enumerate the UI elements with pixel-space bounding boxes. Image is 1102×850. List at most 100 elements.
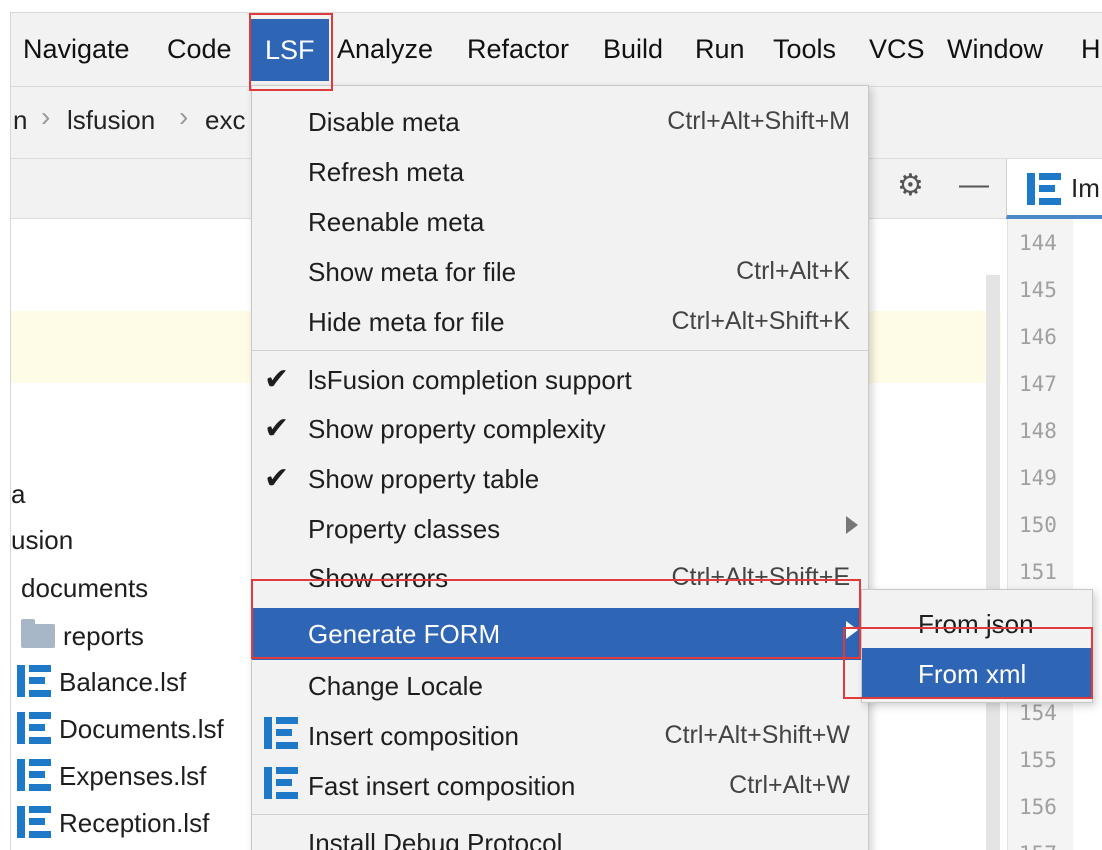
submenu-item-label: From xml (918, 659, 1027, 689)
menu-item-disable-meta[interactable]: Disable meta Ctrl+Alt+Shift+M (252, 96, 868, 146)
menu-item-shortcut: Ctrl+Alt+Shift+E (671, 563, 850, 591)
line-number: 148 (1019, 419, 1057, 443)
gear-icon[interactable]: ⚙ (897, 168, 924, 203)
menu-item-label: Property classes (308, 514, 501, 544)
tree-item-file[interactable]: Reception.lsf (17, 806, 209, 839)
line-number: 146 (1019, 325, 1057, 349)
line-number: 150 (1019, 513, 1057, 537)
line-number: 154 (1019, 701, 1057, 725)
lsf-menu-dropdown: Disable meta Ctrl+Alt+Shift+M Refresh me… (251, 85, 869, 850)
menu-item-refresh-meta[interactable]: Refresh meta (252, 146, 868, 196)
menu-item-label: Change Locale (308, 671, 483, 701)
folder-icon (21, 619, 55, 648)
line-number: 144 (1019, 231, 1057, 255)
checkmark-icon: ✔ (264, 412, 290, 445)
tree-item-label: Balance.lsf (59, 667, 187, 697)
menu-item-show-property-table[interactable]: ✔ Show property table (252, 453, 868, 503)
tree-item[interactable]: a (11, 479, 25, 510)
checkmark-icon: ✔ (264, 462, 290, 495)
menu-item-hide-meta-for-file[interactable]: Hide meta for file Ctrl+Alt+Shift+K (252, 296, 868, 346)
menu-item-label: Show meta for file (308, 257, 517, 287)
menu-item-install-debug-protocol[interactable]: Install Debug Protocol (252, 817, 868, 850)
tree-item-label: Expenses.lsf (59, 761, 207, 791)
line-number: 157 (1019, 842, 1057, 850)
menu-item-label: Disable meta (308, 107, 460, 137)
tree-item-file[interactable]: Expenses.lsf (17, 759, 206, 792)
menu-code[interactable]: Code (167, 29, 232, 69)
tree-item[interactable]: documents (21, 573, 148, 604)
menu-item-fast-insert-composition[interactable]: Fast insert composition Ctrl+Alt+W (252, 760, 868, 810)
chevron-right-icon: › (179, 101, 189, 132)
menu-item-change-locale[interactable]: Change Locale (252, 660, 868, 710)
menu-item-show-meta-for-file[interactable]: Show meta for file Ctrl+Alt+K (252, 246, 868, 296)
menu-item-shortcut: Ctrl+Alt+K (736, 257, 850, 285)
menu-item-lsfusion-completion-support[interactable]: ✔ lsFusion completion support (252, 354, 868, 404)
tree-item-label: reports (63, 621, 144, 651)
menu-tools[interactable]: Tools (773, 29, 836, 69)
menu-window[interactable]: Window (947, 29, 1043, 69)
submenu-item-from-json[interactable]: From json (862, 598, 1092, 648)
menu-item-label: Hide meta for file (308, 307, 505, 337)
menu-run[interactable]: Run (695, 29, 745, 69)
line-number: 145 (1019, 278, 1057, 302)
lsf-logo-icon (17, 806, 53, 838)
scrollbar[interactable] (986, 275, 1000, 850)
menu-separator (252, 814, 868, 815)
breadcrumb-item[interactable]: n (13, 105, 27, 136)
menu-item-shortcut: Ctrl+Alt+Shift+M (667, 107, 850, 135)
menu-item-generate-form[interactable]: Generate FORM (252, 608, 868, 660)
menu-item-show-errors[interactable]: Show errors Ctrl+Alt+Shift+E (252, 552, 868, 602)
menu-item-label: lsFusion completion support (308, 365, 632, 395)
menu-item-shortcut: Ctrl+Alt+Shift+W (664, 721, 850, 749)
menu-item-property-classes[interactable]: Property classes (252, 503, 868, 553)
menu-navigate[interactable]: Navigate (23, 29, 130, 69)
menu-build[interactable]: Build (603, 29, 663, 69)
submenu-item-from-xml[interactable]: From xml (862, 648, 1092, 698)
menu-item-label: Fast insert composition (308, 771, 576, 801)
breadcrumb-item[interactable]: lsfusion (67, 105, 155, 136)
menu-vcs[interactable]: VCS (869, 29, 925, 69)
menu-item-label: Generate FORM (308, 619, 501, 649)
line-number: 149 (1019, 466, 1057, 490)
lsf-logo-icon (1027, 173, 1063, 205)
menu-item-label: Install Debug Protocol (308, 828, 563, 850)
tree-item-reports[interactable]: reports (21, 619, 144, 652)
lsf-logo-icon (264, 767, 300, 799)
generate-form-submenu: From json From xml (861, 589, 1093, 703)
tree-item-file[interactable]: Balance.lsf (17, 665, 186, 698)
menu-item-insert-composition[interactable]: Insert composition Ctrl+Alt+Shift+W (252, 710, 868, 760)
line-number: 155 (1019, 748, 1057, 772)
tree-item[interactable]: usion (11, 525, 73, 556)
menu-item-label: Show property complexity (308, 414, 606, 444)
menu-bar: Navigate Code LSF Analyze Refactor Build… (11, 13, 1102, 87)
menu-separator (252, 350, 868, 351)
tree-item-label: Documents.lsf (59, 714, 224, 744)
menu-item-label: Reenable meta (308, 207, 485, 237)
menu-refactor[interactable]: Refactor (467, 29, 569, 69)
menu-lsf[interactable]: LSF (251, 19, 329, 81)
chevron-right-icon: › (41, 101, 51, 132)
submenu-item-label: From json (918, 609, 1034, 639)
menu-item-shortcut: Ctrl+Alt+Shift+K (671, 307, 850, 335)
breadcrumb-item[interactable]: exc (205, 105, 245, 136)
line-number: 156 (1019, 795, 1057, 819)
submenu-arrow-icon (846, 621, 858, 639)
editor-tab[interactable]: Im (1006, 159, 1102, 219)
checkmark-icon: ✔ (264, 363, 290, 396)
lsf-logo-icon (17, 665, 53, 697)
lsf-logo-icon (17, 712, 53, 744)
menu-item-label: Show property table (308, 464, 540, 494)
menu-item-reenable-meta[interactable]: Reenable meta (252, 196, 868, 246)
editor-tab-label: Im (1071, 173, 1100, 203)
minimize-icon[interactable]: — (959, 168, 989, 202)
menu-analyze[interactable]: Analyze (337, 29, 433, 69)
submenu-arrow-icon (846, 516, 858, 534)
menu-item-shortcut: Ctrl+Alt+W (729, 771, 850, 799)
lsf-logo-icon (264, 717, 300, 749)
menu-help[interactable]: H (1081, 29, 1101, 69)
menu-item-show-property-complexity[interactable]: ✔ Show property complexity (252, 403, 868, 453)
tree-item-file[interactable]: Documents.lsf (17, 712, 224, 745)
menu-item-label: Insert composition (308, 721, 519, 751)
menu-item-label: Show errors (308, 563, 449, 593)
tree-item-label: Reception.lsf (59, 808, 210, 838)
